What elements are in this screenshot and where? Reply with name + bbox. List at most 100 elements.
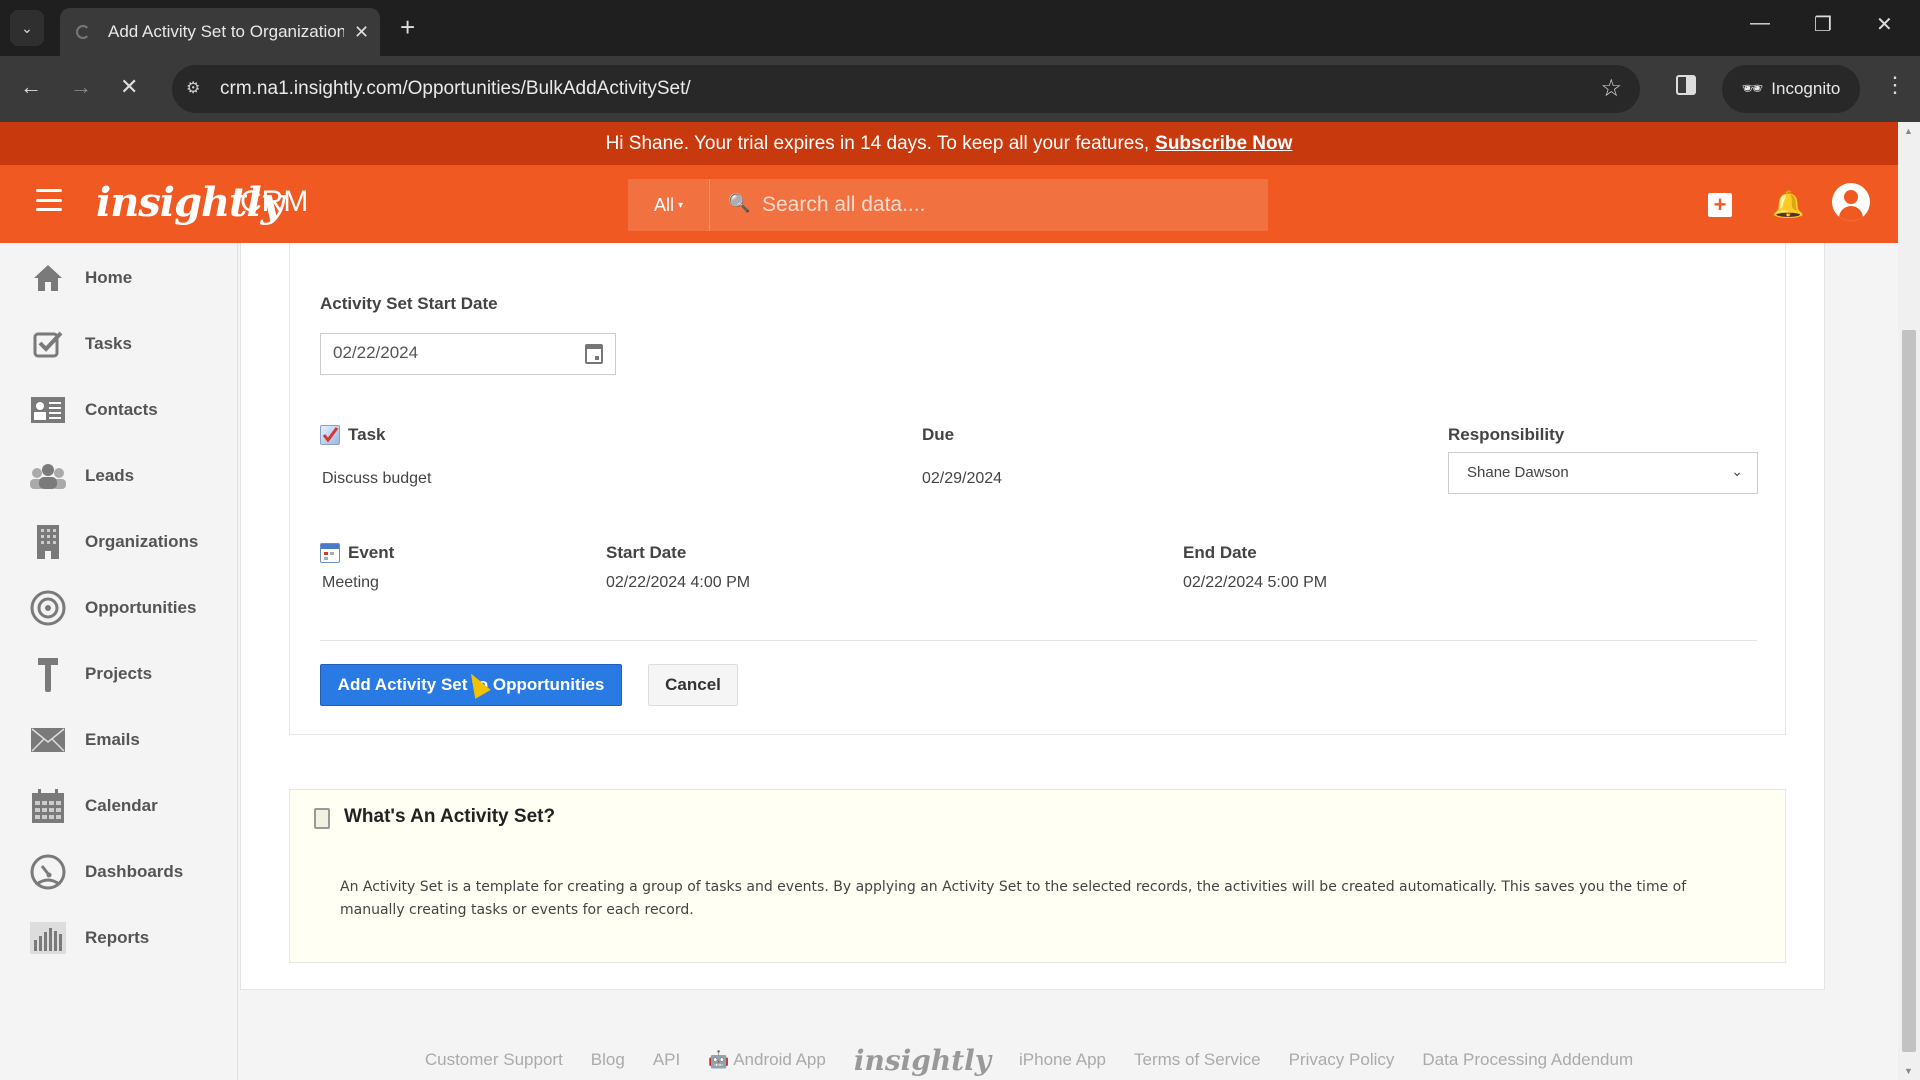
address-bar-row: ← → ✕ ⚙ crm.na1.insightly.com/Opportunit… [0,56,1920,122]
subscribe-now-link[interactable]: Subscribe Now [1155,133,1292,155]
new-tab-button[interactable]: + [400,12,415,43]
sidebar-item-leads[interactable]: Leads [0,451,238,501]
sidebar-item-label: Emails [85,730,140,749]
omnibox[interactable]: ⚙ crm.na1.insightly.com/Opportunities/Bu… [172,65,1640,113]
forward-icon[interactable]: → [70,74,92,100]
incognito-indicator[interactable]: 🕶 Incognito [1722,65,1860,113]
start-date-field[interactable] [320,333,616,375]
footer-links: Customer Support Blog API 🤖 Android App … [0,1040,1898,1080]
tab-title: Add Activity Set to Organizations [108,22,344,41]
tasks-icon [29,327,67,361]
footer-link-blog[interactable]: Blog [591,1050,625,1070]
opportunities-icon [29,590,67,626]
sidebar-item-organizations[interactable]: Organizations [0,517,238,567]
responsibility-value: Shane Dawson [1467,464,1569,481]
sidebar-item-calendar[interactable]: Calendar [0,781,238,831]
trial-banner: Hi Shane. Your trial expires in 14 days.… [0,122,1898,165]
sidebar-item-label: Leads [85,466,135,485]
minimize-icon[interactable]: — [1750,12,1770,35]
product-name: CRM [240,185,309,218]
quick-add-icon[interactable]: + [1708,192,1732,217]
tab-list-button[interactable]: ⌄ [10,10,44,46]
sidebar-item-emails[interactable]: Emails [0,715,238,765]
browser-menu-icon[interactable]: ⋮ [1884,72,1906,98]
sidebar-item-projects[interactable]: Projects [0,649,238,699]
back-icon[interactable]: ← [20,74,42,100]
bookmark-star-icon[interactable]: ☆ [1600,74,1622,103]
user-avatar-icon[interactable] [1832,183,1870,221]
contacts-icon [29,393,67,427]
page-scrollbar[interactable]: ▲ ▼ [1898,122,1920,1080]
incognito-icon: 🕶 [1741,79,1764,98]
event-header: Event [348,543,395,562]
event-start-date: 02/22/2024 4:00 PM [606,574,751,591]
close-tab-icon[interactable]: ✕ [354,22,369,43]
url-text[interactable]: crm.na1.insightly.com/Opportunities/Bulk… [220,78,691,100]
sidebar-item-label: Home [85,268,133,287]
sidebar-item-dashboards[interactable]: Dashboards [0,847,238,897]
sidebar-item-label: Reports [85,928,150,947]
caret-down-icon: ▾ [677,199,684,211]
hamburger-menu-icon[interactable] [36,189,62,211]
footer-link-terms[interactable]: Terms of Service [1134,1050,1261,1070]
chevron-down-icon: ⌄ [1731,463,1743,479]
browser-tab-bar: ⌄ Add Activity Set to Organizations ✕ + … [0,0,1920,56]
search-scope-label: All [653,194,674,215]
organizations-icon [29,525,67,559]
sidebar-item-reports[interactable]: Reports [0,913,238,963]
footer-link-customer-support[interactable]: Customer Support [425,1050,563,1070]
sidebar-item-home[interactable]: Home [0,253,238,303]
form-divider [320,640,1757,641]
stop-loading-icon[interactable]: ✕ [120,74,138,100]
footer-logo: insightly [853,1043,992,1077]
calendar-icon [29,789,67,823]
footer-link-dpa[interactable]: Data Processing Addendum [1422,1050,1633,1070]
restore-icon[interactable]: ❐ [1814,12,1832,37]
event-start-header: Start Date [606,543,687,562]
global-search: All ▾ 🔍 [628,179,1268,231]
calendar-picker-icon[interactable] [585,344,603,364]
sidebar-item-label: Tasks [85,334,132,353]
task-icon [320,425,340,445]
footer-link-privacy[interactable]: Privacy Policy [1289,1050,1395,1070]
site-settings-icon[interactable]: ⚙ [186,78,200,98]
iphone-app-label: iPhone App [1019,1050,1106,1069]
app-header: insightly CRM All▾ 🔍 + 🔔 [0,165,1898,243]
sidebar-item-label: Opportunities [85,598,197,617]
sidebar-item-tasks[interactable]: Tasks [0,319,238,369]
start-date-label: Activity Set Start Date [320,294,498,313]
browser-tab[interactable]: Add Activity Set to Organizations ✕ [60,8,380,56]
leads-icon [29,459,67,493]
clipboard-checklist-icon [314,808,330,829]
help-title: What's An Activity Set? [344,806,556,827]
sidebar-item-contacts[interactable]: Contacts [0,385,238,435]
sidebar-item-label: Contacts [85,400,158,419]
sidebar-item-label: Organizations [85,532,199,551]
footer-link-iphone-app[interactable]: iPhone App [1019,1050,1106,1070]
cancel-button[interactable]: Cancel [648,664,738,706]
scroll-up-arrow-icon[interactable]: ▲ [1904,126,1913,136]
incognito-label: Incognito [1771,79,1841,98]
footer-link-api[interactable]: API [653,1050,680,1070]
event-end-date: 02/22/2024 5:00 PM [1183,574,1328,591]
help-body: An Activity Set is a template for creati… [340,879,1687,918]
search-input[interactable] [762,189,1252,221]
close-window-icon[interactable]: ✕ [1876,12,1893,37]
scrollbar-thumb[interactable] [1902,330,1916,1052]
sidebar-item-label: Calendar [85,796,158,815]
footer-link-android-app[interactable]: 🤖 Android App [708,1050,826,1070]
task-due-date: 02/29/2024 [922,470,1003,487]
sidebar-item-opportunities[interactable]: Opportunities [0,583,238,633]
sidebar-item-label: Projects [85,664,153,683]
dashboards-icon [29,854,67,890]
scroll-down-arrow-icon[interactable]: ▼ [1904,1066,1913,1076]
sidebar-item-label: Dashboards [85,862,184,881]
activity-set-form: Activity Set Start Date Task Due Respons… [289,243,1786,735]
responsibility-header: Responsibility [1448,425,1565,444]
search-scope-dropdown[interactable]: All ▾ [628,179,710,231]
notifications-bell-icon[interactable]: 🔔 [1772,189,1804,220]
side-panel-icon[interactable] [1676,75,1696,95]
responsibility-select[interactable]: Shane Dawson ⌄ [1448,452,1758,494]
task-name: Discuss budget [322,470,432,487]
start-date-input[interactable] [333,343,563,363]
